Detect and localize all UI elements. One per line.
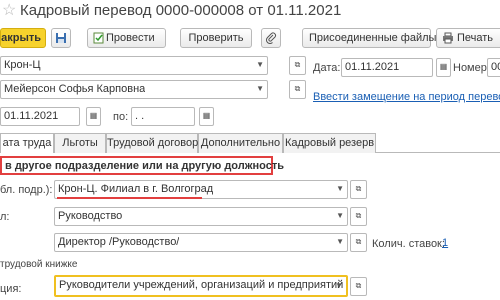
subdivision-label: бл. подр.): <box>0 184 53 196</box>
calendar-from-button[interactable]: ▦ <box>86 107 101 126</box>
calendar-to-button[interactable]: ▦ <box>199 107 214 126</box>
calendar-icon: ▦ <box>439 62 448 71</box>
subdivision-value: Крон-Ц. Филиал в г. Волгоград <box>58 183 214 195</box>
date-label: Дата: <box>313 62 341 74</box>
open-form-icon: ⧉ <box>355 237 362 246</box>
open-form-icon: ⧉ <box>355 281 362 290</box>
position-open-button[interactable]: ⧉ <box>350 233 367 252</box>
dropdown-icon: ▼ <box>335 281 343 290</box>
attach-button[interactable] <box>261 28 281 48</box>
toolbar: акрыть Провести Проверить Присоединенные… <box>0 28 500 50</box>
dropdown-icon: ▼ <box>256 60 264 69</box>
open-form-icon: ⧉ <box>355 184 362 193</box>
tab-bar: ата труда Льготы Трудовой договор Дополн… <box>0 133 500 153</box>
title-bar: ☆ Кадровый перевод 0000-000008 от 01.11.… <box>0 0 500 24</box>
position-value: Директор /Руководство/ <box>58 236 180 248</box>
replacement-link[interactable]: Ввести замещение на период перевода <box>313 91 500 104</box>
post-close-button[interactable]: акрыть <box>0 28 46 48</box>
subdivision-open-button[interactable]: ⧉ <box>350 180 367 199</box>
number-value: 00 <box>491 61 500 73</box>
employee-field[interactable]: Мейерсон Софья Карповна ▼ <box>0 80 268 99</box>
rates-value-link[interactable]: 1 <box>442 237 448 250</box>
open-form-icon: ⧉ <box>294 84 301 93</box>
save-icon <box>56 33 66 43</box>
favorite-star-icon[interactable]: ☆ <box>2 2 16 20</box>
transfer-date-from-value: 01.11.2021 <box>4 110 59 122</box>
number-label: Номер: <box>453 62 490 74</box>
document-date-field[interactable]: 01.11.2021 <box>341 58 433 77</box>
transfer-date-to-value: . . <box>135 110 145 122</box>
group-label: л: <box>0 211 10 223</box>
category-field[interactable]: Руководители учреждений, организаций и п… <box>54 275 348 297</box>
subdivision-underline <box>57 197 202 199</box>
attached-files-button[interactable]: Присоединенные файлы <box>302 28 436 48</box>
transfer-option-label: в другое подразделение или на другую дол… <box>5 160 285 172</box>
transfer-option-highlight[interactable]: в другое подразделение или на другую дол… <box>0 156 284 175</box>
calendar-icon: ▦ <box>202 111 211 120</box>
category-open-button[interactable]: ⧉ <box>350 277 367 296</box>
rates-label: Колич. ставок: <box>372 238 445 250</box>
conduct-button[interactable]: Провести <box>87 28 166 48</box>
dropdown-icon: ▼ <box>256 84 264 93</box>
document-date-value: 01.11.2021 <box>345 61 400 73</box>
dropdown-icon: ▼ <box>336 211 344 220</box>
category-label: ция: <box>0 283 22 295</box>
tab-labor-contract[interactable]: Трудовой договор <box>106 133 198 153</box>
paperclip-icon <box>265 32 276 45</box>
print-button[interactable]: Печать ▼ <box>436 28 500 48</box>
group-value: Руководство <box>58 210 123 222</box>
conduct-label: Провести <box>106 32 155 44</box>
dropdown-icon: ▼ <box>336 237 344 246</box>
to-label: по: <box>113 111 129 123</box>
document-conduct-icon <box>93 32 104 44</box>
tab-personnel-reserve[interactable]: Кадровый резерв <box>283 133 376 153</box>
position-field[interactable]: Директор /Руководство/ ▼ <box>54 233 348 252</box>
open-form-icon: ⧉ <box>294 60 301 69</box>
save-button[interactable] <box>51 28 71 48</box>
printer-icon <box>443 32 453 44</box>
number-field[interactable]: 00 <box>487 58 500 77</box>
print-label: Печать <box>457 32 494 44</box>
check-button[interactable]: Проверить <box>180 28 252 48</box>
tab-benefits[interactable]: Льготы <box>54 133 106 153</box>
group-open-button[interactable]: ⧉ <box>350 207 367 226</box>
calendar-button[interactable]: ▦ <box>436 58 451 77</box>
calendar-icon: ▦ <box>89 111 98 120</box>
tab-pay[interactable]: ата труда <box>0 133 54 153</box>
employee-open-button[interactable]: ⧉ <box>289 80 306 99</box>
tab-additional[interactable]: Дополнительно <box>198 133 283 153</box>
open-form-icon: ⧉ <box>355 211 362 220</box>
workbook-label: трудовой книжке <box>0 259 78 270</box>
dropdown-icon: ▼ <box>336 184 344 193</box>
transfer-date-from-field[interactable]: 01.11.2021 <box>0 107 80 126</box>
employee-value: Мейерсон Софья Карповна <box>4 83 146 95</box>
transfer-date-to-field[interactable]: . . <box>131 107 195 126</box>
window-title: Кадровый перевод 0000-000008 от 01.11.20… <box>20 2 342 19</box>
group-field[interactable]: Руководство ▼ <box>54 207 348 226</box>
organization-open-button[interactable]: ⧉ <box>289 56 306 75</box>
organization-value: Крон-Ц <box>4 59 41 71</box>
organization-field[interactable]: Крон-Ц ▼ <box>0 56 268 75</box>
category-value: Руководители учреждений, организаций и п… <box>59 279 344 291</box>
